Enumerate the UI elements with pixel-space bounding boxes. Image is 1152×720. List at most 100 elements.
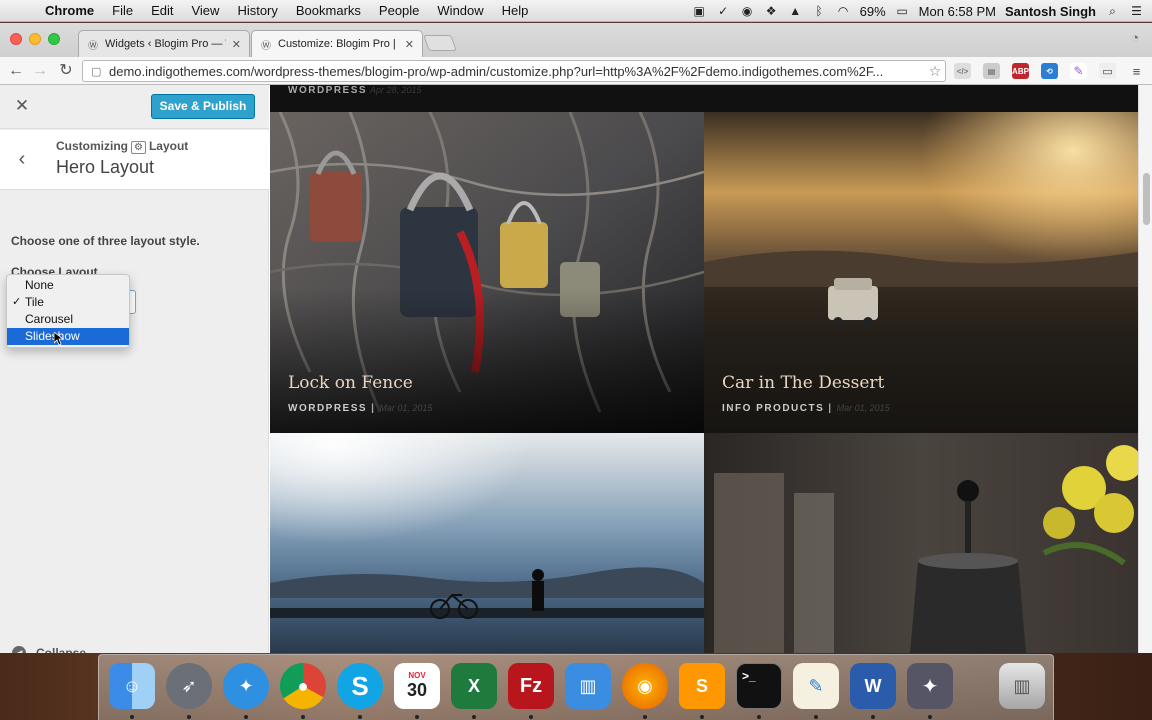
- color-picker-extension-icon[interactable]: ✎: [1070, 63, 1087, 79]
- post-date: Mar 01, 2015: [379, 403, 433, 413]
- trash-icon[interactable]: ▥: [999, 663, 1045, 709]
- option-label: Tile: [25, 295, 44, 309]
- window-zoom-button[interactable]: [48, 33, 60, 45]
- post-image-coffee-press: [704, 433, 1138, 653]
- pages-icon[interactable]: ✎: [793, 663, 839, 709]
- post-title[interactable]: Car in The Dessert: [722, 373, 884, 393]
- new-tab-button[interactable]: [423, 35, 457, 51]
- finder-icon[interactable]: ☺: [109, 663, 155, 709]
- profile-icon[interactable]: ◔: [1126, 30, 1144, 48]
- imovie-icon[interactable]: ✦: [907, 663, 953, 709]
- running-indicator: [130, 715, 134, 719]
- running-indicator: [187, 715, 191, 719]
- menu-app-name[interactable]: Chrome: [36, 3, 103, 18]
- post-card-coffee[interactable]: [704, 433, 1138, 653]
- layout-dropdown-menu: None ✓ Tile Carousel Slideshow: [6, 274, 130, 348]
- running-indicator: [472, 715, 476, 719]
- back-arrow-icon[interactable]: ←: [6, 61, 26, 81]
- post-category[interactable]: INFO PRODUCTS: [722, 403, 824, 414]
- option-label: Carousel: [25, 312, 74, 326]
- tab-close-icon[interactable]: ✕: [405, 38, 414, 51]
- option-carousel[interactable]: Carousel: [7, 311, 129, 328]
- close-customizer-icon[interactable]: ✕: [10, 94, 34, 118]
- tab-close-icon[interactable]: ✕: [232, 38, 241, 51]
- battery-icon[interactable]: ▭: [895, 4, 910, 18]
- reload-icon[interactable]: ↻: [56, 61, 76, 81]
- menu-view[interactable]: View: [182, 3, 228, 18]
- extension-icon[interactable]: ▤: [983, 63, 1000, 79]
- numbers-icon[interactable]: ▥: [565, 663, 611, 709]
- address-bar[interactable]: ▢ demo.indigothemes.com/wordpress-themes…: [82, 60, 946, 82]
- post-title[interactable]: Lock on Fence: [288, 373, 413, 393]
- screen-capture-extension-icon[interactable]: ⟲: [1041, 63, 1058, 79]
- bookmark-star-icon[interactable]: ☆: [925, 63, 945, 80]
- section-title: Hero Layout: [56, 157, 155, 177]
- dropbox-icon[interactable]: ❖: [764, 4, 779, 18]
- cast-extension-icon[interactable]: ▭: [1099, 63, 1116, 79]
- chrome-menu-icon[interactable]: ≡: [1128, 63, 1145, 79]
- creative-cloud-icon[interactable]: ◉: [740, 4, 755, 18]
- firefox-icon[interactable]: ◉: [622, 663, 668, 709]
- site-preview: WORDPRESS Apr 28, 2015 Lock on Fence WOR…: [270, 85, 1152, 653]
- terminal-icon[interactable]: >_: [736, 663, 782, 709]
- launchpad-icon[interactable]: ➶: [166, 663, 212, 709]
- section-gear-icon: ⚙: [131, 141, 146, 154]
- post-meta: WORDPRESS | Mar 01, 2015: [288, 403, 432, 414]
- scrollbar-thumb[interactable]: [1143, 173, 1150, 225]
- code-extension-icon[interactable]: </>: [954, 63, 971, 79]
- window-close-button[interactable]: [10, 33, 22, 45]
- spotlight-search-icon[interactable]: ⌕: [1105, 4, 1120, 18]
- notification-center-icon[interactable]: ☰: [1129, 4, 1144, 18]
- option-none[interactable]: None: [7, 277, 129, 294]
- menu-people[interactable]: People: [370, 3, 428, 18]
- adblock-extension-icon[interactable]: ABP: [1012, 63, 1029, 79]
- chrome-icon[interactable]: ●: [280, 663, 326, 709]
- wifi-icon[interactable]: ◠: [836, 4, 851, 18]
- bluetooth-icon[interactable]: ᛒ: [812, 4, 827, 18]
- tab-widgets[interactable]: Ⓦ Widgets ‹ Blogim Pro — W ✕: [78, 30, 250, 57]
- post-category[interactable]: WORDPRESS: [288, 85, 367, 96]
- breadcrumb: Customizing ⚙ Layout: [56, 139, 188, 154]
- dock: ☺ ➶ ✦ ● S NOV 30 X Fz ▥ ◉ S >_ ✎ W ✦ ▥: [98, 654, 1054, 720]
- menu-edit[interactable]: Edit: [142, 3, 182, 18]
- post-meta: INFO PRODUCTS | Mar 01, 2015: [722, 403, 890, 414]
- menu-file[interactable]: File: [103, 3, 142, 18]
- post-category[interactable]: WORDPRESS: [288, 403, 367, 414]
- excel-icon[interactable]: X: [451, 663, 497, 709]
- menu-window[interactable]: Window: [428, 3, 492, 18]
- window-minimize-button[interactable]: [29, 33, 41, 45]
- post-card-lake[interactable]: [270, 433, 704, 653]
- menu-bookmarks[interactable]: Bookmarks: [287, 3, 370, 18]
- battery-percent[interactable]: 69%: [860, 4, 886, 19]
- option-tile[interactable]: ✓ Tile: [7, 294, 129, 311]
- sublime-text-icon[interactable]: S: [679, 663, 725, 709]
- post-card-car-in-dessert[interactable]: Car in The Dessert INFO PRODUCTS | Mar 01,…: [704, 112, 1138, 433]
- filezilla-icon[interactable]: Fz: [508, 663, 554, 709]
- post-card-lock-on-fence[interactable]: Lock on Fence WORDPRESS | Mar 01, 2015: [270, 112, 704, 433]
- safari-icon[interactable]: ✦: [223, 663, 269, 709]
- screen-record-icon[interactable]: ▣: [692, 4, 707, 18]
- page-icon: ▢: [91, 65, 102, 78]
- forward-arrow-icon[interactable]: →: [30, 61, 50, 81]
- calendar-icon[interactable]: NOV 30: [394, 663, 440, 709]
- clock[interactable]: Mon 6:58 PM: [919, 4, 996, 19]
- tab-customize[interactable]: Ⓦ Customize: Blogim Pro | Th ✕: [251, 30, 423, 57]
- mouse-cursor-icon: [54, 332, 64, 346]
- menu-help[interactable]: Help: [493, 3, 538, 18]
- tab-strip: Ⓦ Widgets ‹ Blogim Pro — W ✕ Ⓦ Customize…: [0, 23, 1152, 57]
- user-name[interactable]: Santosh Singh: [1005, 4, 1096, 19]
- preview-scrollbar[interactable]: [1138, 85, 1152, 653]
- section-header: ‹ Customizing ⚙ Layout Hero Layout: [0, 130, 269, 190]
- drive-icon[interactable]: ▲: [788, 4, 803, 18]
- menu-history[interactable]: History: [228, 3, 286, 18]
- browser-window: Ⓦ Widgets ‹ Blogim Pro — W ✕ Ⓦ Customize…: [0, 23, 1152, 660]
- checkmark-circle-icon[interactable]: ✓: [716, 4, 731, 18]
- calendar-day: 30: [406, 680, 428, 700]
- skype-icon[interactable]: S: [337, 663, 383, 709]
- word-icon[interactable]: W: [850, 663, 896, 709]
- back-chevron-icon[interactable]: ‹: [10, 144, 34, 174]
- save-publish-button[interactable]: Save & Publish: [151, 94, 255, 119]
- running-indicator: [244, 715, 248, 719]
- url-text[interactable]: demo.indigothemes.com/wordpress-themes/b…: [109, 64, 925, 79]
- option-slideshow[interactable]: Slideshow: [7, 328, 129, 345]
